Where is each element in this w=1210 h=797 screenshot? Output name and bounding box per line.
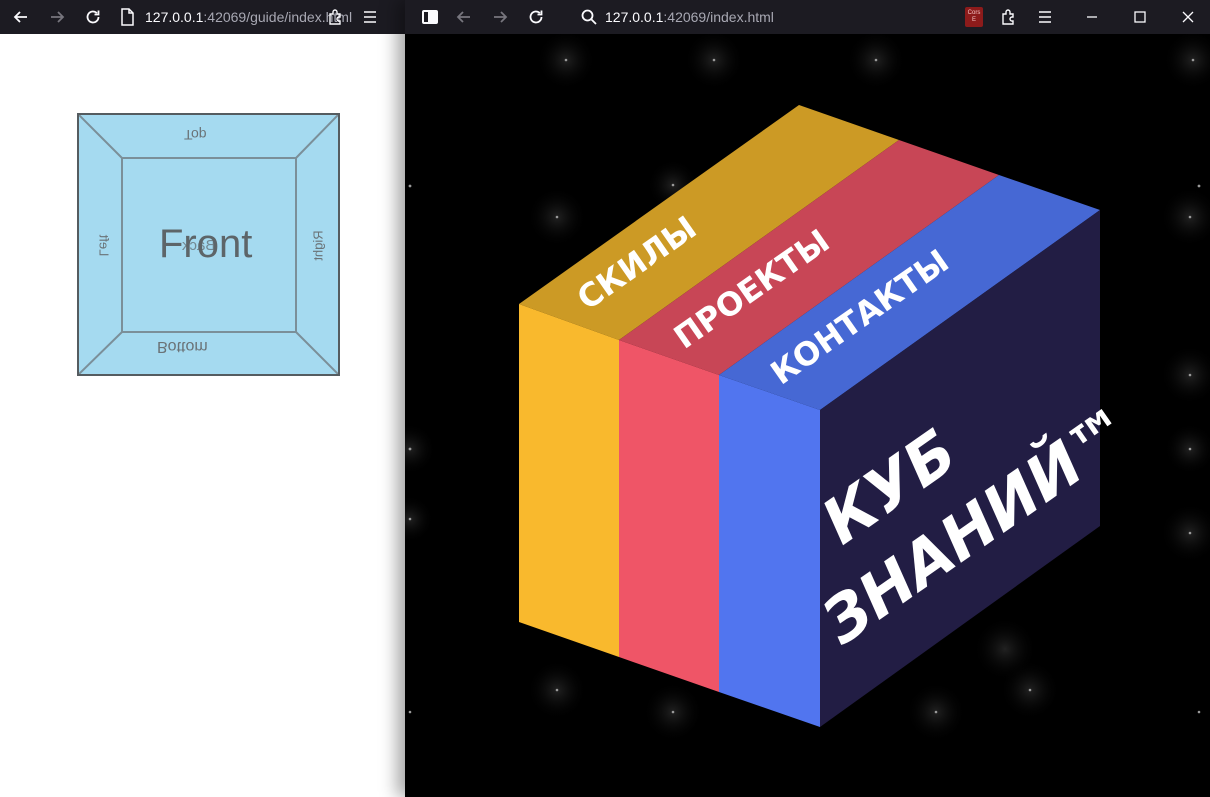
url-host: 127.0.0.1 (145, 9, 204, 25)
minimize-button[interactable] (1081, 6, 1103, 28)
guide-top-label: Top (184, 127, 207, 143)
reload-icon (529, 10, 543, 24)
close-button[interactable] (1177, 6, 1199, 28)
maximize-button[interactable] (1129, 6, 1151, 28)
back-button[interactable] (453, 6, 475, 28)
page-icon (121, 8, 134, 26)
cube-stage: СКИЛЫ ПРОЕКТЫ КОНТАКТЫ КУБ ЗНАНИЙ™ (405, 34, 1210, 797)
search-icon (581, 9, 597, 25)
reload-icon (86, 10, 100, 24)
guide-front-label: Front (159, 222, 253, 266)
close-icon (1182, 11, 1194, 23)
reload-button[interactable] (525, 6, 547, 28)
menu-button[interactable] (1034, 6, 1056, 28)
hamburger-menu-icon (1039, 11, 1051, 23)
sidebar-icon (422, 10, 438, 24)
guide-left-label: Left (96, 234, 112, 257)
skills-front-face[interactable] (519, 304, 619, 657)
forward-button[interactable] (46, 6, 68, 28)
forward-button[interactable] (489, 6, 511, 28)
maximize-icon (1134, 11, 1146, 23)
cors-extension-label: Cors E (967, 10, 981, 23)
minimize-icon (1087, 16, 1097, 18)
arrow-left-icon (456, 11, 470, 23)
puzzle-icon (1002, 9, 1014, 25)
projects-front-face[interactable] (619, 340, 719, 692)
reload-button[interactable] (82, 6, 104, 28)
guide-browser-toolbar: 127.0.0.1:42069/guide/index.html (0, 0, 405, 34)
url-host: 127.0.0.1 (605, 9, 664, 25)
url-path: :42069/index.html (663, 9, 774, 25)
contacts-front-face[interactable] (719, 375, 820, 727)
puzzle-icon (329, 9, 341, 25)
arrow-right-icon (51, 11, 65, 23)
guide-bottom-label: Bottom (157, 338, 208, 355)
extensions-button[interactable] (998, 6, 1020, 28)
guide-right-label: Right (310, 230, 326, 261)
cube-browser-window: 127.0.0.1:42069/index.html Cors E СКИЛЫ… (405, 0, 1210, 797)
knowledge-cube-scene: СКИЛЫ ПРОЕКТЫ КОНТАКТЫ КУБ ЗНАНИЙ™ (405, 34, 1210, 742)
back-button[interactable] (10, 6, 32, 28)
address-bar[interactable]: 127.0.0.1:42069/guide/index.html (145, 0, 352, 34)
cube-browser-toolbar: 127.0.0.1:42069/index.html Cors E (405, 0, 1210, 34)
cors-extension-button[interactable]: Cors E (965, 7, 983, 27)
menu-button[interactable] (359, 6, 381, 28)
extensions-button[interactable] (325, 6, 347, 28)
guide-browser-window: 127.0.0.1:42069/guide/index.html Back Fr… (0, 0, 405, 797)
address-bar[interactable]: 127.0.0.1:42069/index.html (605, 0, 774, 34)
arrow-right-icon (494, 11, 508, 23)
arrow-left-icon (13, 11, 27, 23)
hamburger-menu-icon (364, 11, 376, 23)
guide-cube-net: Back Front Top Bottom Left Right (77, 113, 340, 376)
sidebar-toggle-button[interactable] (419, 6, 441, 28)
